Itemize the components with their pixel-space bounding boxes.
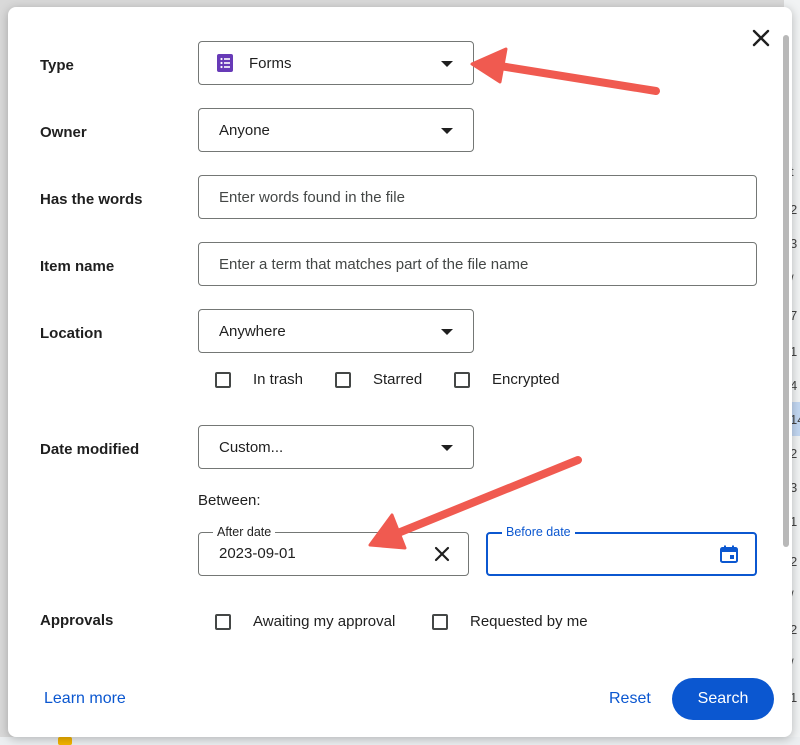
has-words-label: Has the words bbox=[40, 191, 143, 208]
in-trash-option[interactable]: In trash bbox=[215, 371, 303, 388]
starred-option[interactable]: Starred bbox=[335, 371, 422, 388]
starred-checkbox[interactable] bbox=[335, 371, 351, 388]
after-date-field[interactable]: After date 2023-09-01 bbox=[198, 525, 469, 576]
date-modified-label: Date modified bbox=[40, 441, 140, 458]
awaiting-approval-option[interactable]: Awaiting my approval bbox=[215, 613, 395, 630]
requested-by-me-label: Requested by me bbox=[470, 613, 588, 630]
awaiting-approval-label: Awaiting my approval bbox=[253, 613, 396, 630]
after-date-value: 2023-09-01 bbox=[219, 545, 296, 562]
item-name-input[interactable] bbox=[198, 242, 757, 286]
advanced-search-dialog: Type Forms Owner Anyone Has the words It… bbox=[8, 7, 792, 737]
before-date-field[interactable]: Before date bbox=[486, 525, 757, 576]
dialog-scrollbar[interactable] bbox=[783, 35, 789, 547]
between-label: Between: bbox=[198, 492, 261, 509]
location-label: Location bbox=[40, 325, 103, 342]
search-button[interactable]: Search bbox=[672, 678, 774, 720]
calendar-button[interactable] bbox=[719, 544, 739, 564]
date-modified-select-value: Custom... bbox=[219, 438, 284, 456]
after-date-legend: After date bbox=[213, 525, 276, 539]
owner-select-value: Anyone bbox=[219, 121, 270, 139]
close-icon bbox=[752, 29, 770, 47]
encrypted-option[interactable]: Encrypted bbox=[454, 371, 560, 388]
type-select-value: Forms bbox=[249, 54, 292, 72]
owner-select[interactable]: Anyone bbox=[198, 108, 474, 152]
approvals-label: Approvals bbox=[40, 612, 114, 629]
requested-by-me-option[interactable]: Requested by me bbox=[432, 613, 588, 630]
clear-date-button[interactable] bbox=[434, 546, 450, 562]
item-name-label: Item name bbox=[40, 258, 115, 275]
owner-label: Owner bbox=[40, 124, 87, 141]
has-words-input[interactable] bbox=[198, 175, 757, 219]
encrypted-checkbox[interactable] bbox=[454, 371, 470, 388]
location-select[interactable]: Anywhere bbox=[198, 309, 474, 353]
in-trash-label: In trash bbox=[253, 371, 304, 388]
in-trash-checkbox[interactable] bbox=[215, 371, 231, 388]
starred-label: Starred bbox=[373, 371, 423, 388]
awaiting-approval-checkbox[interactable] bbox=[215, 613, 231, 630]
date-modified-select[interactable]: Custom... bbox=[198, 425, 474, 469]
learn-more-link[interactable]: Learn more bbox=[44, 690, 126, 708]
chevron-down-icon bbox=[441, 128, 453, 134]
chevron-down-icon bbox=[441, 445, 453, 451]
type-select[interactable]: Forms bbox=[198, 41, 474, 85]
folder-icon bbox=[58, 737, 72, 745]
encrypted-label: Encrypted bbox=[492, 371, 560, 388]
requested-by-me-checkbox[interactable] bbox=[432, 613, 448, 630]
chevron-down-icon bbox=[441, 61, 453, 67]
reset-button[interactable]: Reset bbox=[609, 690, 651, 708]
calendar-icon bbox=[720, 545, 738, 563]
before-date-legend: Before date bbox=[502, 525, 575, 539]
close-button[interactable] bbox=[748, 25, 774, 51]
background-bottom-row bbox=[0, 737, 800, 745]
clear-icon bbox=[434, 546, 450, 562]
chevron-down-icon bbox=[441, 329, 453, 335]
forms-icon bbox=[217, 54, 233, 72]
type-label: Type bbox=[40, 57, 74, 74]
location-select-value: Anywhere bbox=[219, 322, 286, 340]
